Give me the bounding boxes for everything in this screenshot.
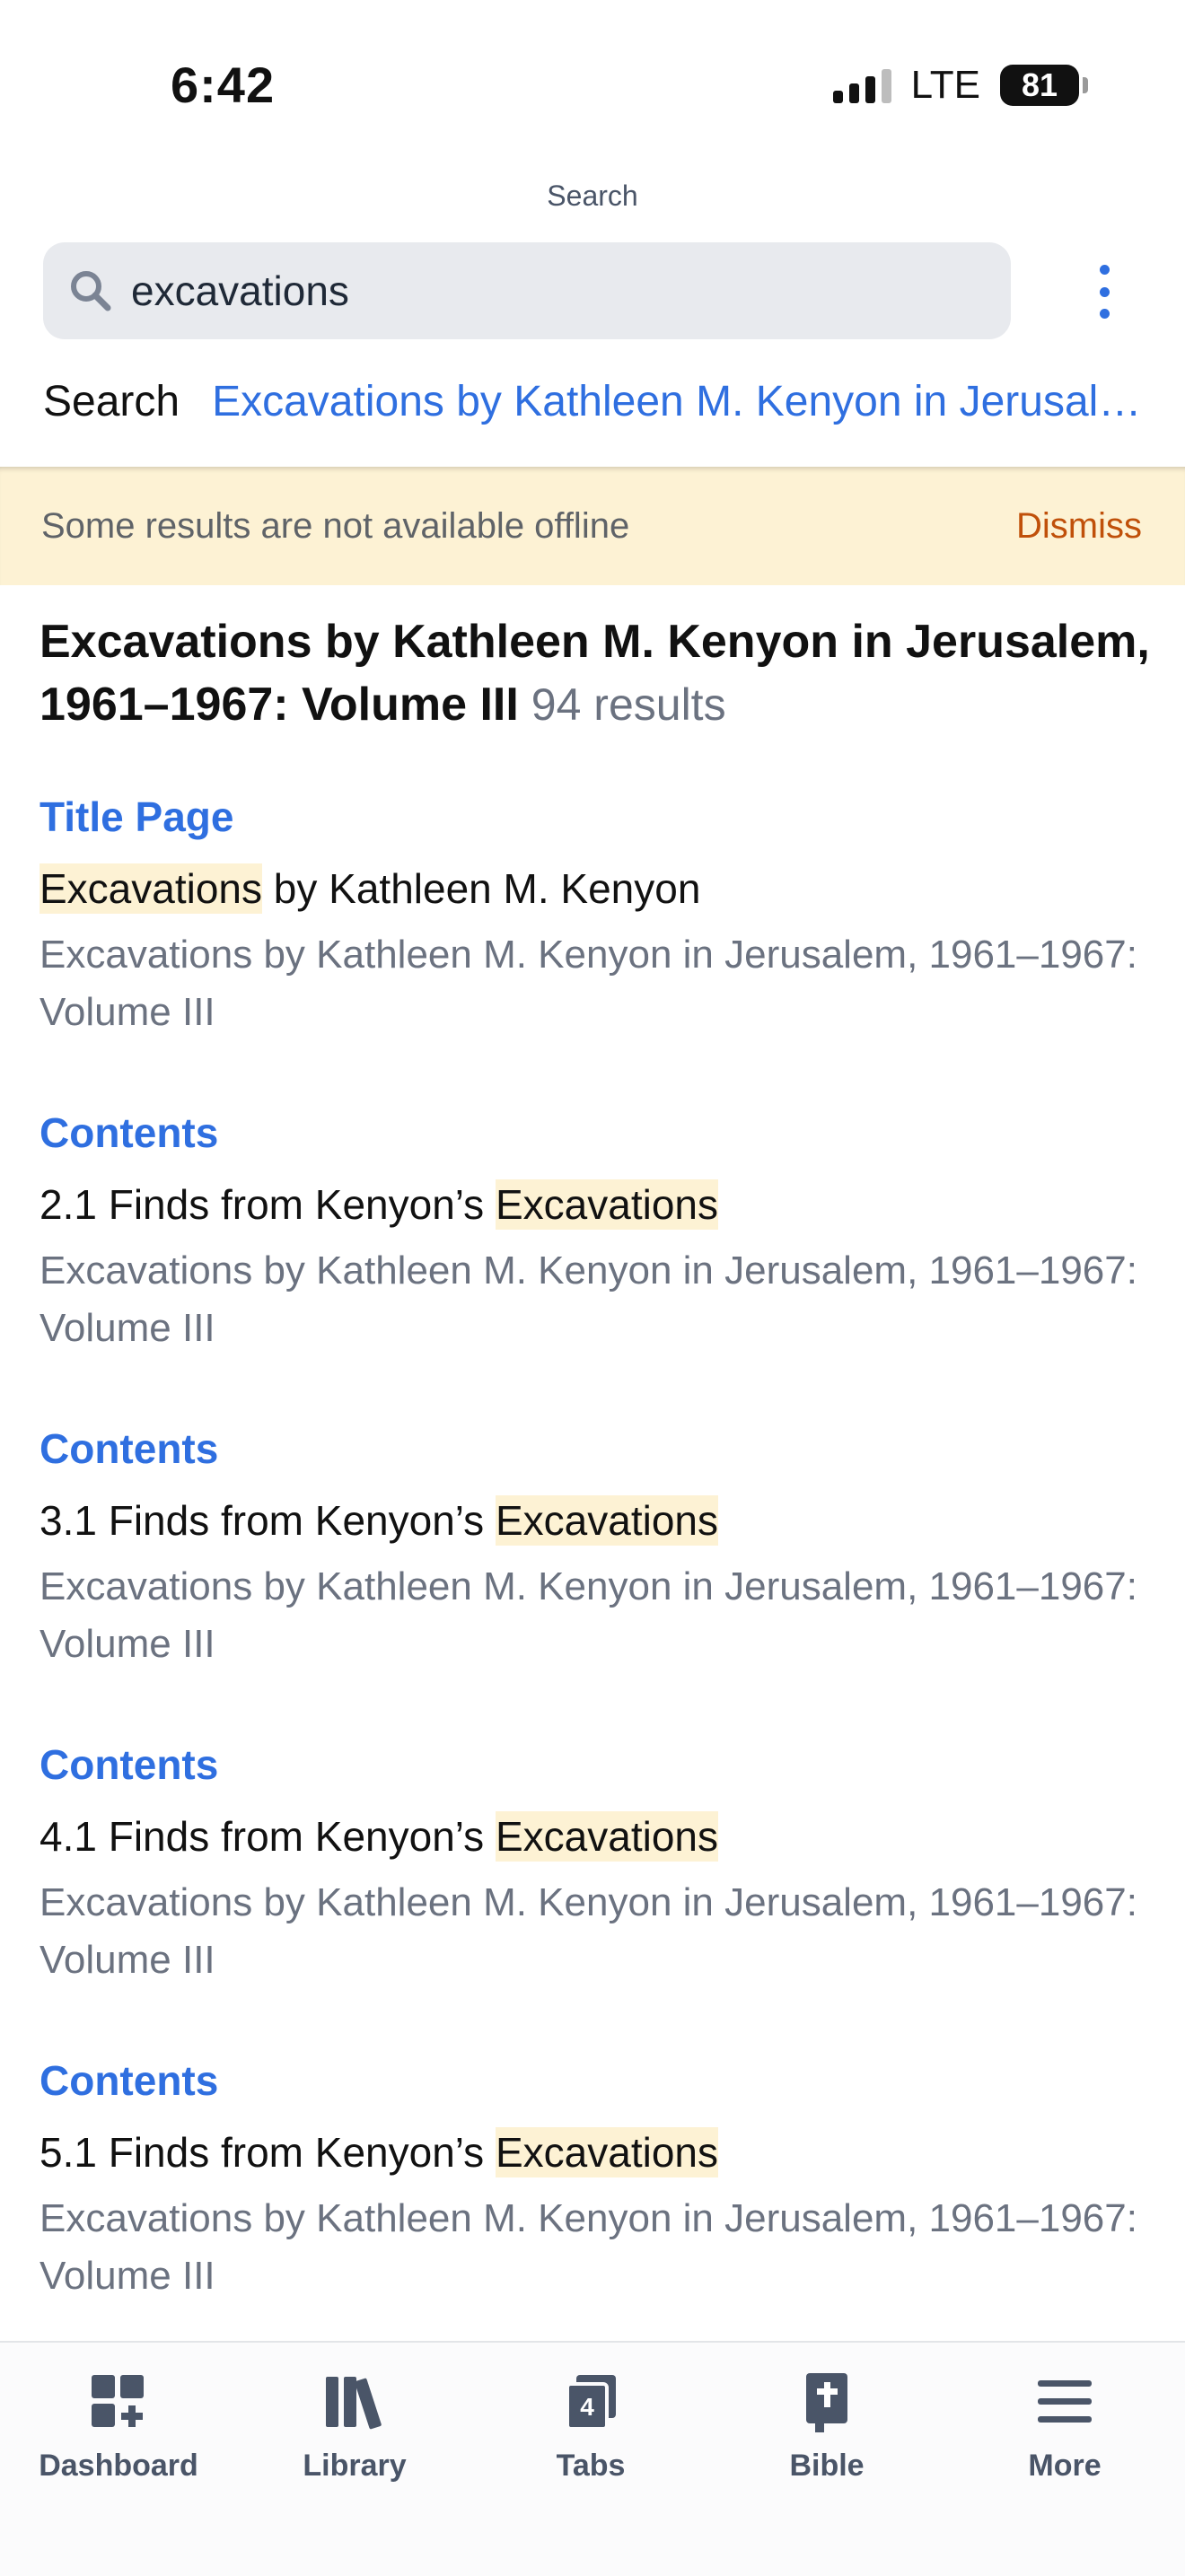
page-title: Search bbox=[547, 180, 638, 212]
status-bar: 6:42 LTE 81 bbox=[0, 0, 1185, 171]
tab-bible[interactable]: Bible bbox=[728, 2366, 926, 2484]
offline-message: Some results are not available offline bbox=[41, 505, 630, 546]
scope-label[interactable]: Search bbox=[43, 377, 180, 426]
search-highlight: Excavations bbox=[495, 1179, 718, 1230]
list-item[interactable]: Contents 2.1 Finds from Kenyon’s Excavat… bbox=[40, 1099, 1153, 1415]
search-highlight: Excavations bbox=[495, 1811, 718, 1862]
tab-label: More bbox=[1028, 2449, 1102, 2483]
list-item[interactable]: Contents 4.1 Finds from Kenyon’s Excavat… bbox=[40, 1730, 1153, 2046]
result-title: 5.1 Finds from Kenyon’s Excavations bbox=[40, 2127, 718, 2177]
dismiss-button[interactable]: Dismiss bbox=[1016, 506, 1142, 547]
offline-banner: Some results are not available offline D… bbox=[0, 467, 1185, 585]
result-source: Excavations by Kathleen M. Kenyon in Jer… bbox=[40, 1564, 1137, 1666]
result-section: Contents bbox=[40, 1109, 219, 1156]
result-source: Excavations by Kathleen M. Kenyon in Jer… bbox=[40, 1880, 1137, 1982]
search-highlight: Excavations bbox=[495, 2127, 718, 2177]
result-title: 2.1 Finds from Kenyon’s Excavations bbox=[40, 1179, 718, 1230]
more-options-icon[interactable] bbox=[1088, 265, 1120, 319]
battery-level: 81 bbox=[1021, 66, 1058, 103]
result-source: Excavations by Kathleen M. Kenyon in Jer… bbox=[40, 1249, 1137, 1350]
result-source: Excavations by Kathleen M. Kenyon in Jer… bbox=[40, 933, 1137, 1034]
status-time: 6:42 bbox=[171, 57, 276, 113]
library-icon bbox=[324, 2366, 385, 2438]
search-highlight: Excavations bbox=[40, 863, 263, 914]
result-source: Excavations by Kathleen M. Kenyon in Jer… bbox=[40, 2196, 1137, 2298]
result-section: Contents bbox=[40, 1425, 219, 1472]
result-section: Contents bbox=[40, 2057, 219, 2104]
tab-label: Library bbox=[303, 2449, 407, 2483]
tab-label: Dashboard bbox=[39, 2449, 198, 2483]
result-section: Contents bbox=[40, 1741, 219, 1788]
signal-icon bbox=[832, 67, 891, 103]
result-title: 4.1 Finds from Kenyon’s Excavations bbox=[40, 1811, 718, 1862]
dashboard-icon bbox=[90, 2366, 147, 2438]
menu-icon bbox=[1036, 2366, 1093, 2438]
tab-tabs[interactable]: 4 Tabs bbox=[492, 2366, 689, 2484]
search-icon bbox=[59, 268, 122, 313]
search-input[interactable]: excavations bbox=[43, 242, 1011, 339]
tabs-count: 4 bbox=[580, 2393, 594, 2421]
result-title: Excavations by Kathleen M. Kenyon bbox=[40, 863, 701, 914]
scope-link[interactable]: Excavations by Kathleen M. Kenyon in Jer… bbox=[212, 377, 1147, 426]
tab-dashboard[interactable]: Dashboard bbox=[20, 2366, 217, 2484]
list-item[interactable]: Contents 5.1 Finds from Kenyon’s Excavat… bbox=[40, 2046, 1153, 2362]
status-indicators: LTE 81 bbox=[832, 63, 1088, 108]
tab-more[interactable]: More bbox=[966, 2366, 1163, 2484]
result-section: Title Page bbox=[40, 793, 234, 840]
search-highlight: Excavations bbox=[495, 1495, 718, 1546]
book-heading: Excavations by Kathleen M. Kenyon in Jer… bbox=[40, 610, 1153, 736]
tab-bar: Dashboard Library 4 Tabs Bible More bbox=[0, 2341, 1185, 2576]
search-scope: Search Excavations by Kathleen M. Kenyon… bbox=[43, 377, 1147, 426]
results-list: Title Page Excavations by Kathleen M. Ke… bbox=[40, 783, 1153, 2362]
tabs-icon: 4 bbox=[562, 2366, 619, 2438]
network-type: LTE bbox=[910, 63, 980, 107]
search-query: excavations bbox=[131, 267, 349, 314]
tab-label: Tabs bbox=[556, 2449, 626, 2483]
bible-icon bbox=[803, 2366, 851, 2438]
list-item[interactable]: Contents 3.1 Finds from Kenyon’s Excavat… bbox=[40, 1415, 1153, 1730]
result-title: 3.1 Finds from Kenyon’s Excavations bbox=[40, 1495, 718, 1546]
result-count: 94 results bbox=[531, 679, 726, 730]
list-item[interactable]: Title Page Excavations by Kathleen M. Ke… bbox=[40, 783, 1153, 1099]
battery-icon: 81 bbox=[1000, 65, 1088, 106]
tab-library[interactable]: Library bbox=[256, 2366, 453, 2484]
tab-label: Bible bbox=[789, 2449, 865, 2483]
